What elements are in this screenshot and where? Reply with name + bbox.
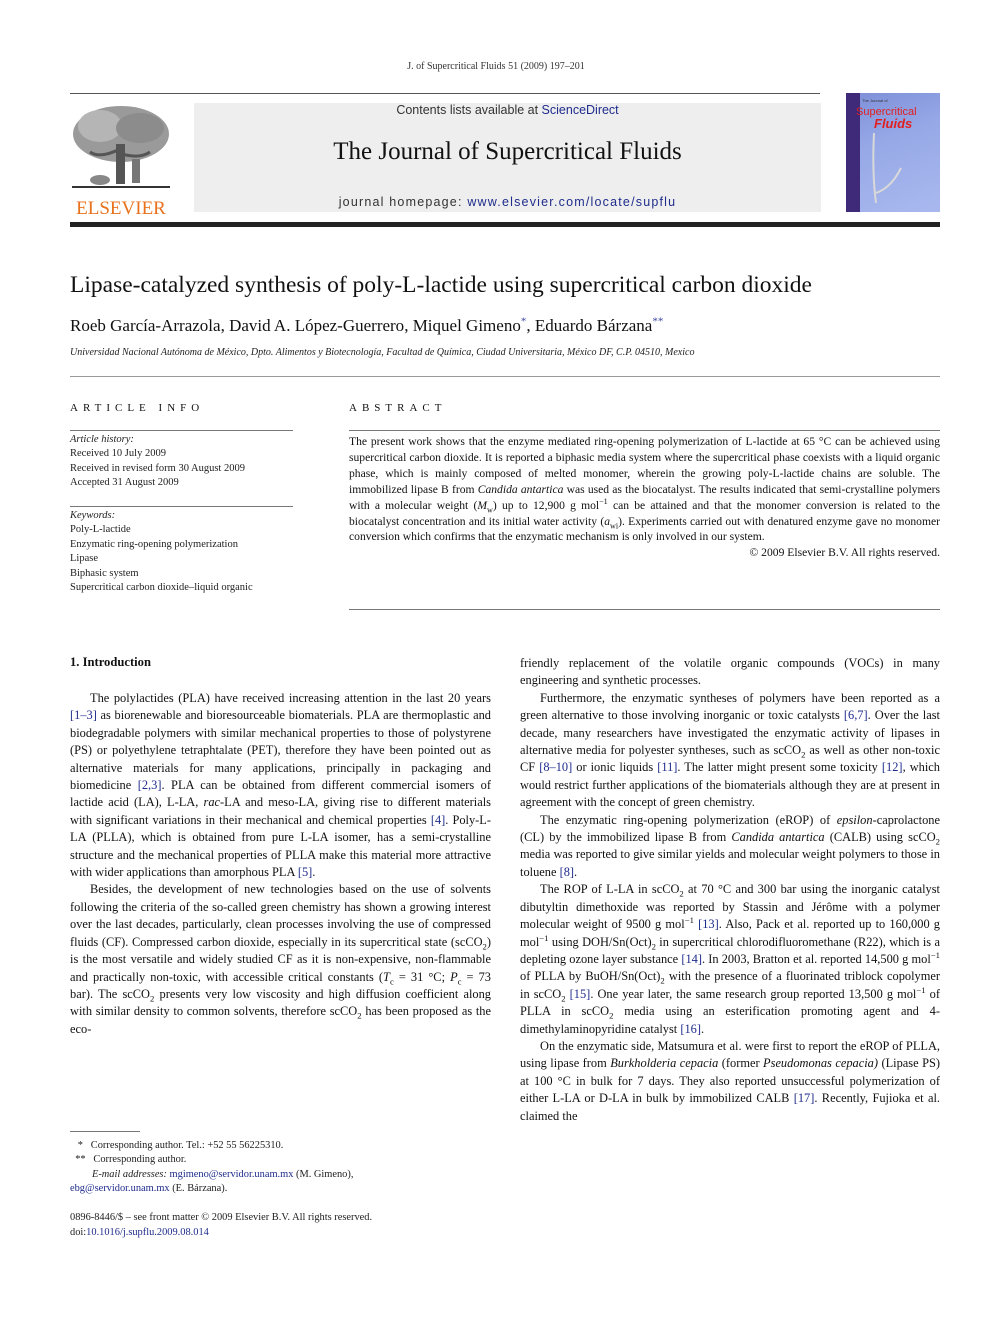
- article-info-heading: ARTICLE INFO: [70, 402, 205, 414]
- paragraph: Furthermore, the enzymatic syntheses of …: [520, 690, 940, 810]
- elsevier-logo[interactable]: ELSEVIER: [70, 104, 172, 219]
- homepage-link[interactable]: www.elsevier.com/locate/supflu: [467, 195, 676, 209]
- keyword: Biphasic system: [70, 567, 139, 579]
- divider: [349, 609, 940, 610]
- author: Eduardo Bárzana: [534, 316, 653, 335]
- corresponding-mark[interactable]: **: [652, 315, 663, 327]
- journal-homepage: journal homepage: www.elsevier.com/locat…: [338, 195, 677, 209]
- footnote-rule: [70, 1131, 140, 1132]
- email-line: ebg@servidor.unam.mx (E. Bárzana).: [70, 1182, 228, 1194]
- divider: [70, 430, 293, 431]
- divider: [349, 430, 940, 431]
- author: Roeb García-Arrazola: [70, 316, 221, 335]
- author: David A. López-Guerrero: [229, 316, 405, 335]
- history-item: Received in revised form 30 August 2009: [70, 462, 245, 474]
- body-column-right: friendly replacement of the volatile org…: [520, 655, 940, 1125]
- contents-line: Contents lists available at ScienceDirec…: [396, 103, 619, 117]
- history-label: Article history:: [70, 434, 134, 445]
- keyword: Supercritical carbon dioxide–liquid orga…: [70, 582, 253, 594]
- footnote: ** Corresponding author.: [75, 1154, 187, 1166]
- paragraph: The enzymatic ring-opening polymerizatio…: [520, 812, 940, 879]
- divider: [70, 506, 293, 507]
- email-link[interactable]: ebg@servidor.unam.mx: [70, 1183, 170, 1194]
- paragraph: The polylactides (PLA) have received inc…: [70, 691, 492, 880]
- keyword: Lipase: [70, 553, 98, 565]
- elsevier-tree-icon: ELSEVIER: [72, 106, 170, 219]
- cover-fiber-icon: [872, 132, 902, 204]
- author-list: Roeb García-Arrazola, David A. López-Gue…: [70, 315, 664, 335]
- history-item: Accepted 31 August 2009: [70, 477, 179, 489]
- footnote: * Corresponding author. Tel.: +52 55 562…: [77, 1140, 284, 1151]
- keyword: Poly-L-lactide: [70, 524, 131, 536]
- affiliation: Universidad Nacional Autónoma de México,…: [70, 347, 695, 358]
- issn-line: 0896-8446/$ – see front matter © 2009 El…: [70, 1212, 373, 1223]
- article-history: Article history: Received 10 July 2009 R…: [70, 433, 300, 491]
- paragraph: The ROP of L-LA in scCO2 at 70 °C and 30…: [520, 882, 941, 1036]
- abstract-heading: ABSTRACT: [349, 402, 447, 414]
- doi-link[interactable]: 10.1016/j.supflu.2009.08.014: [86, 1227, 209, 1238]
- header-thick-rule: [70, 222, 940, 227]
- abstract-text: The present work shows that the enzyme m…: [349, 435, 940, 560]
- keywords: Keywords: Poly-L-lactide Enzymatic ring-…: [70, 509, 300, 595]
- journal-title: The Journal of Supercritical Fluids: [333, 138, 682, 165]
- section-heading-introduction: 1. Introduction: [70, 655, 151, 669]
- journal-cover[interactable]: The Journal of Supercritical Fluids: [846, 93, 940, 212]
- footnotes: * Corresponding author. Tel.: +52 55 562…: [70, 1139, 500, 1196]
- email-link[interactable]: mgimeno@servidor.unam.mx: [170, 1169, 294, 1180]
- keywords-label: Keywords:: [70, 510, 116, 521]
- running-head: J. of Supercritical Fluids 51 (2009) 197…: [407, 61, 585, 72]
- corresponding-mark[interactable]: *: [521, 315, 527, 327]
- author: Miquel Gimeno: [412, 316, 521, 335]
- front-matter: 0896-8446/$ – see front matter © 2009 El…: [70, 1211, 500, 1240]
- copyright: © 2009 Elsevier B.V. All rights reserved…: [749, 546, 940, 560]
- history-item: Received 10 July 2009: [70, 448, 166, 460]
- svg-text:ELSEVIER: ELSEVIER: [76, 198, 166, 216]
- sciencedirect-link[interactable]: ScienceDirect: [542, 103, 619, 117]
- email-line: E-mail addresses: mgimeno@servidor.unam.…: [92, 1168, 354, 1180]
- paragraph: On the enzymatic side, Matsumura et al. …: [520, 1038, 940, 1123]
- body-column-left: The polylactides (PLA) have received inc…: [70, 690, 491, 1038]
- divider: [70, 376, 940, 377]
- header-rule: [70, 93, 820, 94]
- paragraph: friendly replacement of the volatile org…: [520, 656, 940, 688]
- journal-banner: Contents lists available at ScienceDirec…: [194, 103, 821, 212]
- article-title: Lipase-catalyzed synthesis of poly-L-lac…: [70, 272, 812, 298]
- paragraph: Besides, the development of new technolo…: [70, 882, 492, 1036]
- doi-line: doi:10.1016/j.supflu.2009.08.014: [70, 1226, 209, 1238]
- keyword: Enzymatic ring-opening polymerization: [70, 538, 238, 550]
